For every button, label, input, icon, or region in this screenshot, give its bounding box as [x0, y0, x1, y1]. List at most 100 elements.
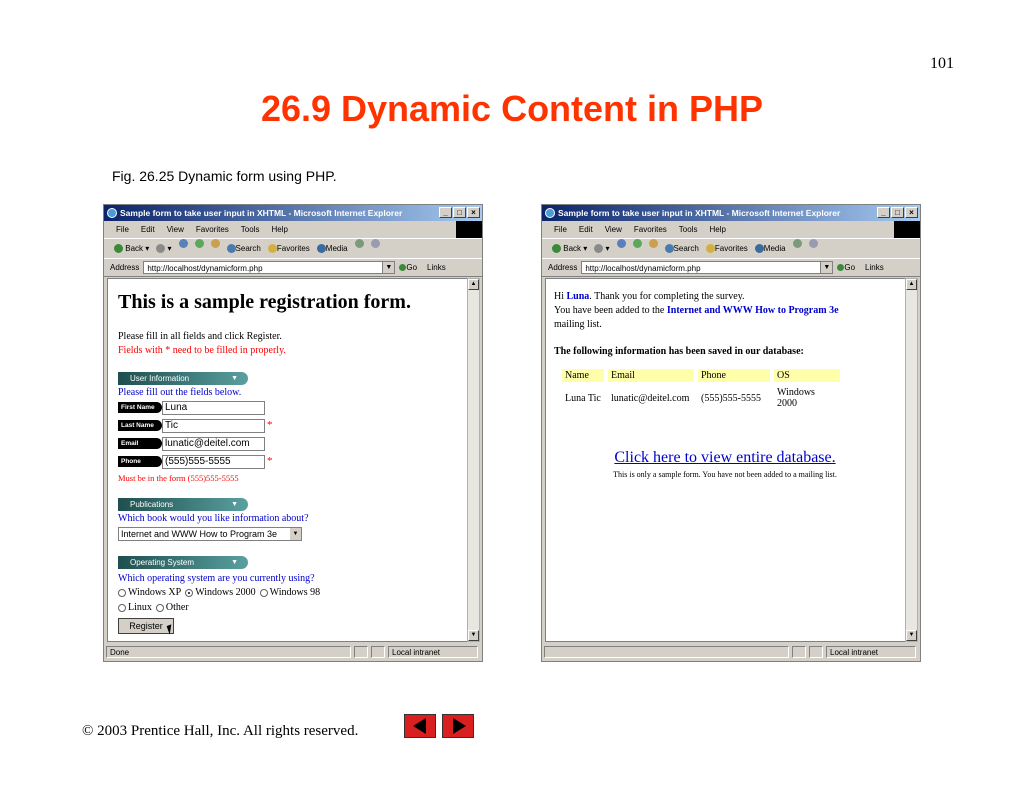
menu-favorites[interactable]: Favorites [196, 221, 229, 238]
history-icon[interactable] [354, 239, 364, 248]
maximize-button[interactable]: □ [453, 207, 466, 218]
favorites-icon [705, 244, 715, 254]
address-input[interactable]: http://localhost/dynamicform.php ▼ [143, 261, 396, 274]
search-label: Search [235, 244, 261, 253]
status-zone: Local intranet [388, 645, 478, 658]
figure-caption: Fig. 26.25 Dynamic form using PHP. [112, 168, 337, 184]
links-button[interactable]: Links [427, 259, 446, 276]
forward-button[interactable]: ▾ [156, 239, 172, 258]
os-option-windows-98[interactable]: Windows 98 [259, 587, 320, 598]
scroll-down-icon[interactable]: ▼ [906, 630, 917, 641]
email-input[interactable]: lunatic@deitel.com [162, 437, 265, 451]
status-cell [809, 645, 823, 658]
menu-tools[interactable]: Tools [241, 221, 260, 238]
scroll-up-icon[interactable]: ▲ [906, 279, 917, 290]
go-button[interactable]: Go [837, 259, 855, 276]
os-option-linux[interactable]: Linux [118, 602, 152, 613]
hi-text: Hi [554, 291, 564, 302]
refresh-icon[interactable] [632, 239, 642, 248]
menu-file[interactable]: File [554, 221, 567, 238]
address-dropdown-icon[interactable]: ▼ [382, 262, 395, 273]
os-prompt: Which operating system are you currently… [118, 573, 315, 584]
scroll-down-icon[interactable]: ▼ [468, 630, 479, 641]
address-url: http://localhost/dynamicform.php [147, 264, 263, 273]
view-database-link[interactable]: Click here to view entire database. [546, 449, 904, 467]
select-arrow-icon[interactable]: ▼ [290, 528, 301, 540]
favorites-button[interactable]: Favorites [267, 239, 310, 258]
book-select[interactable]: Internet and WWW How to Program 3e ▼ [118, 527, 302, 541]
menu-favorites[interactable]: Favorites [634, 221, 667, 238]
first-name-input[interactable]: Luna [162, 401, 265, 415]
refresh-icon[interactable] [194, 239, 204, 248]
search-button[interactable]: Search [226, 239, 261, 258]
vertical-scrollbar[interactable]: ▲ ▼ [467, 278, 480, 642]
favorites-label: Favorites [276, 244, 310, 253]
favorites-button[interactable]: Favorites [705, 239, 748, 258]
menu-file[interactable]: File [116, 221, 129, 238]
slide-title: 26.9 Dynamic Content in PHP [260, 88, 764, 129]
header-name: Name [562, 369, 604, 382]
stop-icon[interactable] [178, 239, 188, 248]
close-button[interactable]: × [905, 207, 918, 218]
added-prefix: You have been added to the [554, 305, 665, 316]
links-button[interactable]: Links [865, 259, 884, 276]
close-button[interactable]: × [467, 207, 480, 218]
menu-help[interactable]: Help [271, 221, 287, 238]
address-input[interactable]: http://localhost/dynamicform.php ▼ [581, 261, 834, 274]
previous-slide-button[interactable] [404, 714, 436, 738]
title-bar: Sample form to take user input in XHTML … [104, 205, 482, 221]
status-text: Done [106, 645, 351, 658]
history-icon[interactable] [792, 239, 802, 248]
os-option-windows-xp[interactable]: Windows XP [118, 587, 181, 598]
go-label: Go [844, 263, 856, 272]
header-os: OS [774, 369, 840, 382]
stop-icon[interactable] [616, 239, 626, 248]
status-cell [354, 645, 368, 658]
address-dropdown-icon[interactable]: ▼ [820, 262, 833, 273]
menu-view[interactable]: View [605, 221, 622, 238]
menu-view[interactable]: View [167, 221, 184, 238]
toolbar: Back ▾ ▾ Search Favorites Media [104, 239, 482, 259]
search-button[interactable]: Search [664, 239, 699, 258]
menu-bar: File Edit View Favorites Tools Help [104, 221, 482, 239]
table-header-row: Name Email Phone OS [562, 369, 840, 382]
last-name-label: Last Name [118, 420, 162, 431]
mail-icon[interactable] [808, 239, 818, 248]
home-icon[interactable] [210, 239, 220, 248]
table-row: Luna Tic lunatic@deitel.com (555)555-555… [562, 386, 840, 410]
minimize-button[interactable]: _ [439, 207, 452, 218]
menu-edit[interactable]: Edit [141, 221, 155, 238]
go-button[interactable]: Go [399, 259, 417, 276]
next-slide-button[interactable] [442, 714, 474, 738]
maximize-button[interactable]: □ [891, 207, 904, 218]
address-bar: Address http://localhost/dynamicform.php… [542, 259, 920, 277]
cell-name: Luna Tic [565, 392, 601, 404]
menu-tools[interactable]: Tools [679, 221, 698, 238]
mail-icon[interactable] [370, 239, 380, 248]
media-button[interactable]: Media [754, 239, 786, 258]
last-name-input[interactable]: Tic [162, 419, 265, 433]
os-radio-row: Linux Other [118, 602, 189, 613]
media-button[interactable]: Media [316, 239, 348, 258]
radio-icon [259, 588, 268, 597]
vertical-scrollbar[interactable]: ▲ ▼ [905, 278, 918, 642]
os-option-label: Windows XP [128, 587, 182, 598]
menu-help[interactable]: Help [709, 221, 725, 238]
status-bar: Done Local intranet [106, 644, 480, 659]
back-button[interactable]: Back ▾ [114, 239, 149, 258]
phone-input[interactable]: (555)555-5555 [162, 455, 265, 469]
minimize-button[interactable]: _ [877, 207, 890, 218]
os-section-header: Operating System [118, 556, 248, 569]
os-option-other[interactable]: Other [155, 602, 189, 613]
menu-edit[interactable]: Edit [579, 221, 593, 238]
home-icon[interactable] [648, 239, 658, 248]
os-option-windows-2000[interactable]: Windows 2000 [185, 587, 256, 598]
search-label: Search [673, 244, 699, 253]
cell-phone: (555)555-5555 [701, 392, 761, 404]
scroll-up-icon[interactable]: ▲ [468, 279, 479, 290]
forward-button[interactable]: ▾ [594, 239, 610, 258]
back-button[interactable]: Back ▾ [552, 239, 587, 258]
os-radio-row: Windows XP Windows 2000 Windows 98 [118, 587, 320, 598]
favorites-label: Favorites [714, 244, 748, 253]
phone-label: Phone [118, 456, 162, 467]
